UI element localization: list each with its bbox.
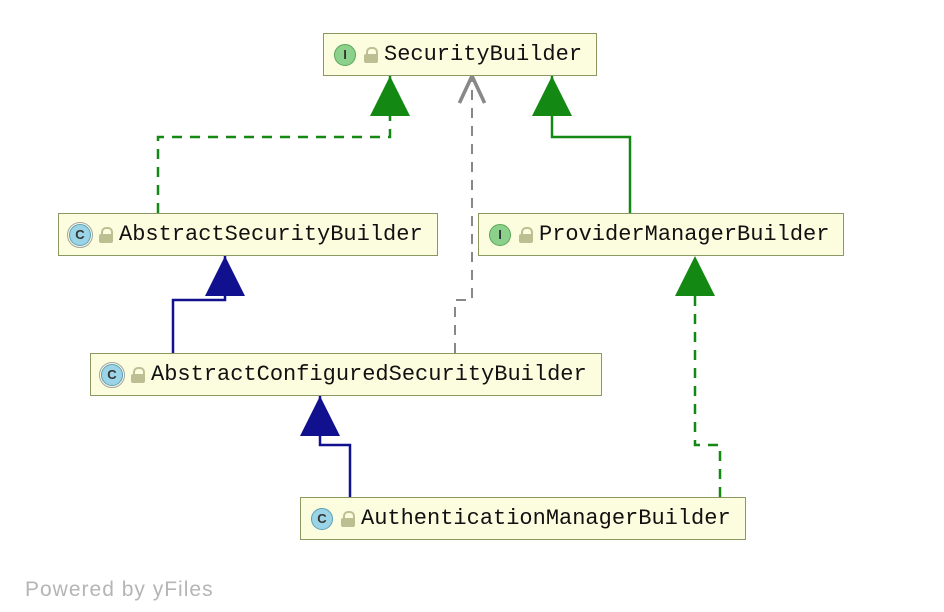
footer-credit: Powered by yFiles [25,578,214,602]
class-label: AuthenticationManagerBuilder [361,506,731,531]
class-label: AbstractSecurityBuilder [119,222,423,247]
class-node-abstract-configured-security-builder[interactable]: C AbstractConfiguredSecurityBuilder [90,353,602,396]
class-icon: C [69,224,91,246]
class-label: ProviderManagerBuilder [539,222,829,247]
edge-amb-extends-acsb [320,396,350,497]
interface-icon: I [334,44,356,66]
edge-amb-implements-providermgr [695,256,720,497]
lock-icon [99,227,113,243]
class-icon: C [101,364,123,386]
class-node-provider-manager-builder[interactable]: I ProviderManagerBuilder [478,213,844,256]
class-node-authentication-manager-builder[interactable]: C AuthenticationManagerBuilder [300,497,746,540]
edge-acsb-depends-securitybuilder [455,76,472,353]
class-node-abstract-security-builder[interactable]: C AbstractSecurityBuilder [58,213,438,256]
lock-icon [341,511,355,527]
class-label: SecurityBuilder [384,42,582,67]
class-label: AbstractConfiguredSecurityBuilder [151,362,587,387]
class-icon: C [311,508,333,530]
edge-absbuilder-implements-securitybuilder [158,76,390,213]
class-node-security-builder[interactable]: I SecurityBuilder [323,33,597,76]
edge-providermgr-extends-securitybuilder [552,76,630,213]
lock-icon [131,367,145,383]
interface-icon: I [489,224,511,246]
lock-icon [364,47,378,63]
lock-icon [519,227,533,243]
edge-acsb-extends-absbuilder [173,256,225,353]
